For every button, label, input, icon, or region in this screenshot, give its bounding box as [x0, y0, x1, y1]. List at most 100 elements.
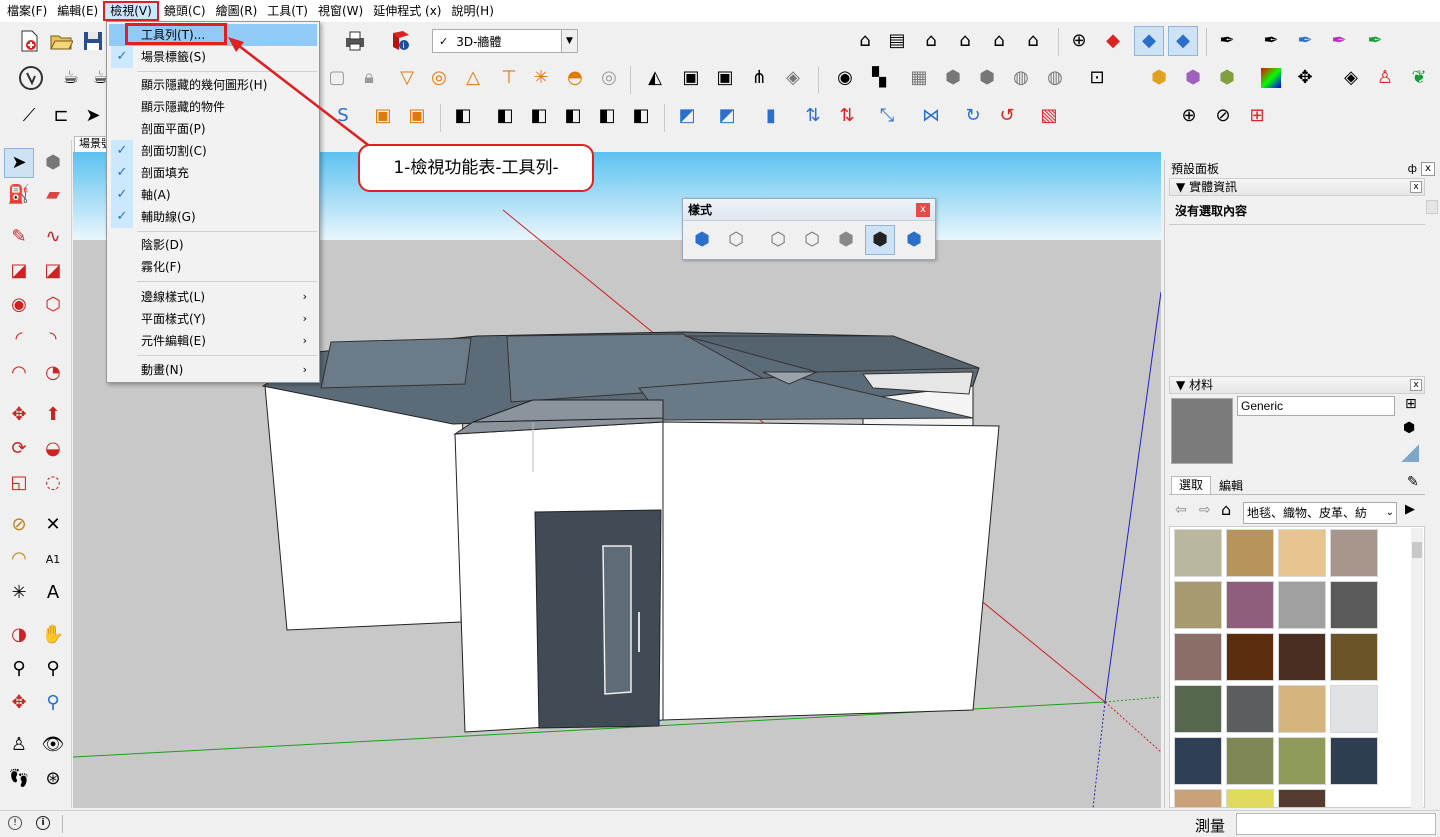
back-edges-style-icon[interactable]: ⬡ [721, 225, 751, 255]
material-swatch[interactable] [1330, 581, 1378, 629]
face-2-icon[interactable]: ◩ [712, 101, 742, 131]
vr-icon[interactable]: ◭ [640, 63, 670, 93]
close-icon[interactable]: x [1410, 181, 1422, 193]
solid-5-icon[interactable]: ◧ [592, 101, 622, 131]
zoom-icon[interactable]: ⚲ [4, 654, 34, 684]
position-camera-icon[interactable]: ♙ [4, 730, 34, 760]
right-view-icon[interactable]: ⌂ [950, 26, 980, 56]
menu-item-guides[interactable]: ✓ 輔助線(G) [109, 206, 317, 228]
box-add-icon[interactable]: ▣ [676, 63, 706, 93]
dimension-icon[interactable]: ✕ [38, 510, 68, 540]
page-icon[interactable]: ▧ [1034, 101, 1064, 131]
bowtie-icon[interactable]: ⋈ [916, 101, 946, 131]
dome-icon[interactable]: ◓ [560, 63, 590, 93]
figure-icon[interactable]: ♙ [1370, 63, 1400, 93]
box-down-icon[interactable]: ▣ [710, 63, 740, 93]
tape-measure-icon[interactable]: ⊘ [4, 510, 34, 540]
chevron-down-icon[interactable]: ▼ [561, 30, 577, 52]
details-icon[interactable]: ▶ [1405, 502, 1415, 517]
cone-icon[interactable]: △ [458, 63, 488, 93]
leaf-icon[interactable]: ❦ [1404, 63, 1434, 93]
material-name-input[interactable] [1237, 396, 1395, 416]
menu-item-component-edit[interactable]: 元件編輯(E) › [109, 330, 317, 352]
walk-icon[interactable]: 👣︎ [4, 764, 34, 794]
tape-icon[interactable]: ◈ [778, 63, 808, 93]
menu-camera[interactable]: 鏡頭(C) [159, 1, 211, 21]
menu-item-edge-style[interactable]: 邊線樣式(L) › [109, 286, 317, 308]
xray-style-icon[interactable]: ⬢ [687, 225, 717, 255]
back-view-icon[interactable]: ⌂ [984, 26, 1014, 56]
face-1-icon[interactable]: ◩ [672, 101, 702, 131]
new-file-icon[interactable] [14, 26, 44, 56]
arc-2-icon[interactable]: ◝ [38, 324, 68, 354]
create-material-icon[interactable]: ⊞ [1405, 396, 1417, 412]
menu-view[interactable]: 檢視(V) [103, 1, 159, 21]
material-swatch[interactable] [1330, 529, 1378, 577]
pin-icon[interactable]: ✥ [1290, 63, 1320, 93]
material-swatch[interactable] [1174, 529, 1222, 577]
shield-icon[interactable]: ◈ [1336, 63, 1366, 93]
zoom-window-icon[interactable]: ⚲ [38, 654, 68, 684]
material-swatch[interactable] [1330, 633, 1378, 681]
offset-icon[interactable]: ◌ [38, 468, 68, 498]
material-swatch[interactable] [1278, 685, 1326, 733]
material-swatch[interactable] [1278, 789, 1326, 807]
material-swatch[interactable] [1330, 685, 1378, 733]
move-icon[interactable]: ✥ [4, 400, 34, 430]
dim-icon[interactable]: ▢ [322, 63, 352, 93]
spot-icon[interactable]: ⊤ [494, 63, 524, 93]
color-grid-icon[interactable] [1256, 63, 1286, 93]
frame-1-icon[interactable]: ▣ [368, 101, 398, 131]
export-pen-icon[interactable]: ✒ [1360, 26, 1390, 56]
circle-icon[interactable]: ◉ [4, 290, 34, 320]
eyedropper-icon[interactable]: ✎ [1407, 474, 1419, 490]
solid-1-icon[interactable]: ◧ [448, 101, 478, 131]
solid-4-icon[interactable]: ◧ [558, 101, 588, 131]
menu-item-hidden-geometry[interactable]: 顯示隱藏的幾何圖形(H) [109, 74, 317, 96]
bracket-icon[interactable]: ⊏ [46, 101, 76, 131]
color-cube-2-icon[interactable]: ⬢ [1178, 63, 1208, 93]
forward-icon[interactable]: ⇨ [1199, 502, 1211, 518]
shaded-textures-style-icon[interactable]: ⬢ [865, 225, 895, 255]
iso-view-icon[interactable]: ⌂ [850, 26, 880, 56]
material-swatch[interactable] [1226, 633, 1274, 681]
material-category-select[interactable]: 地毯、織物、皮革、紡 ⌄ [1243, 502, 1397, 524]
save-icon[interactable] [78, 26, 108, 56]
frame-2-icon[interactable]: ▣ [402, 101, 432, 131]
ring-icon[interactable]: ◎ [424, 63, 454, 93]
hidden-line-style-icon[interactable]: ⬡ [797, 225, 827, 255]
material-swatch[interactable] [1278, 737, 1326, 785]
menu-item-fog[interactable]: 霧化(F) [109, 256, 317, 278]
monochrome-style-icon[interactable]: ⬢ [899, 225, 929, 255]
menu-edit[interactable]: 編輯(E) [52, 1, 103, 21]
menu-item-section-planes[interactable]: 剖面平面(P) [109, 118, 317, 140]
arc-3-icon[interactable]: ◠ [4, 358, 34, 388]
solid-6-icon[interactable]: ◧ [626, 101, 656, 131]
xray-icon[interactable]: ⊕ [1064, 26, 1094, 56]
sun-icon[interactable]: ✳ [526, 63, 556, 93]
menu-item-hidden-objects[interactable]: 顯示隱藏的物件 [109, 96, 317, 118]
select-tool-icon[interactable]: ➤ [4, 148, 34, 178]
curve-icon[interactable]: S [328, 101, 358, 131]
disk-icon[interactable]: ◎ [594, 63, 624, 93]
protractor-icon[interactable]: ◠ [4, 544, 34, 574]
lamp-icon[interactable]: ▽ [392, 63, 422, 93]
monochrome-icon[interactable]: ◆ [1168, 26, 1198, 56]
solid-3-icon[interactable]: ◧ [524, 101, 554, 131]
lock-icon[interactable]: 🔒︎ [354, 63, 384, 93]
menu-item-face-style[interactable]: 平面樣式(Y) › [109, 308, 317, 330]
pie-icon[interactable]: ◔ [38, 358, 68, 388]
rotate-icon[interactable]: ⟳ [4, 434, 34, 464]
solid-2-icon[interactable]: ◧ [490, 101, 520, 131]
material-swatch[interactable] [1278, 581, 1326, 629]
previous-view-icon[interactable]: ⚲ [38, 688, 68, 718]
material-swatch[interactable] [1226, 789, 1274, 807]
teapot-icon[interactable]: ☕ [56, 63, 86, 93]
freehand-icon[interactable]: ∿ [38, 222, 68, 252]
top-view-icon[interactable]: ▤ [882, 26, 912, 56]
model-info-icon[interactable]: i [386, 26, 416, 56]
close-icon[interactable]: x [916, 203, 930, 217]
geo-location-icon[interactable]: ! [8, 816, 22, 830]
color-cube-3-icon[interactable]: ⬢ [1212, 63, 1242, 93]
flip-2-icon[interactable]: ⇅ [832, 101, 862, 131]
